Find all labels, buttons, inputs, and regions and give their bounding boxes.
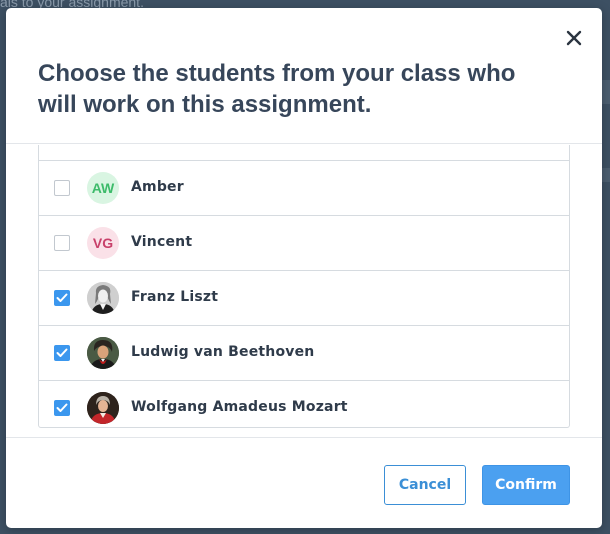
checkmark-icon	[56, 348, 68, 357]
student-name: Amber	[131, 179, 184, 195]
list-item[interactable]: Ludwig van Beethoven	[39, 325, 569, 380]
student-checkbox[interactable]	[54, 400, 70, 416]
student-checkbox[interactable]	[54, 180, 70, 196]
student-checkbox[interactable]	[54, 235, 70, 251]
backdrop-edge	[602, 168, 610, 182]
modal-footer: Cancel Confirm	[6, 437, 602, 528]
avatar	[87, 282, 119, 314]
checkmark-icon	[56, 403, 68, 412]
student-list-scroll-area[interactable]: AW Amber VG Vincent Franz Liszt Ludwig v…	[6, 145, 602, 437]
portrait-mozart-icon	[87, 392, 119, 424]
student-selection-modal: Choose the students from your class who …	[6, 8, 602, 528]
modal-header: Choose the students from your class who …	[6, 8, 602, 144]
close-button[interactable]	[562, 26, 586, 50]
avatar	[87, 337, 119, 369]
list-item[interactable]: VG Vincent	[39, 215, 569, 270]
modal-title: Choose the students from your class who …	[38, 60, 516, 118]
avatar-initials: VG	[92, 235, 114, 251]
portrait-liszt-icon	[87, 282, 119, 314]
avatar	[87, 392, 119, 424]
checkmark-icon	[56, 293, 68, 302]
student-checkbox[interactable]	[54, 345, 70, 361]
list-item[interactable]: Franz Liszt	[39, 270, 569, 325]
avatar-initials: AW	[91, 180, 115, 196]
portrait-beethoven-icon	[87, 337, 119, 369]
student-checkbox[interactable]	[54, 290, 70, 306]
confirm-button[interactable]: Confirm	[482, 465, 570, 505]
avatar: VG	[87, 227, 119, 259]
backdrop-edge	[602, 80, 610, 104]
list-item[interactable]: Wolfgang Amadeus Mozart	[39, 380, 569, 435]
student-name: Vincent	[131, 234, 193, 250]
cancel-button[interactable]: Cancel	[384, 465, 466, 505]
student-name: Wolfgang Amadeus Mozart	[131, 399, 348, 415]
student-name: Ludwig van Beethoven	[131, 344, 315, 360]
avatar: AW	[87, 172, 119, 204]
close-icon	[566, 30, 582, 46]
student-list: AW Amber VG Vincent Franz Liszt Ludwig v…	[38, 145, 570, 428]
list-item[interactable]: AW Amber	[39, 160, 569, 215]
student-name: Franz Liszt	[131, 289, 219, 305]
